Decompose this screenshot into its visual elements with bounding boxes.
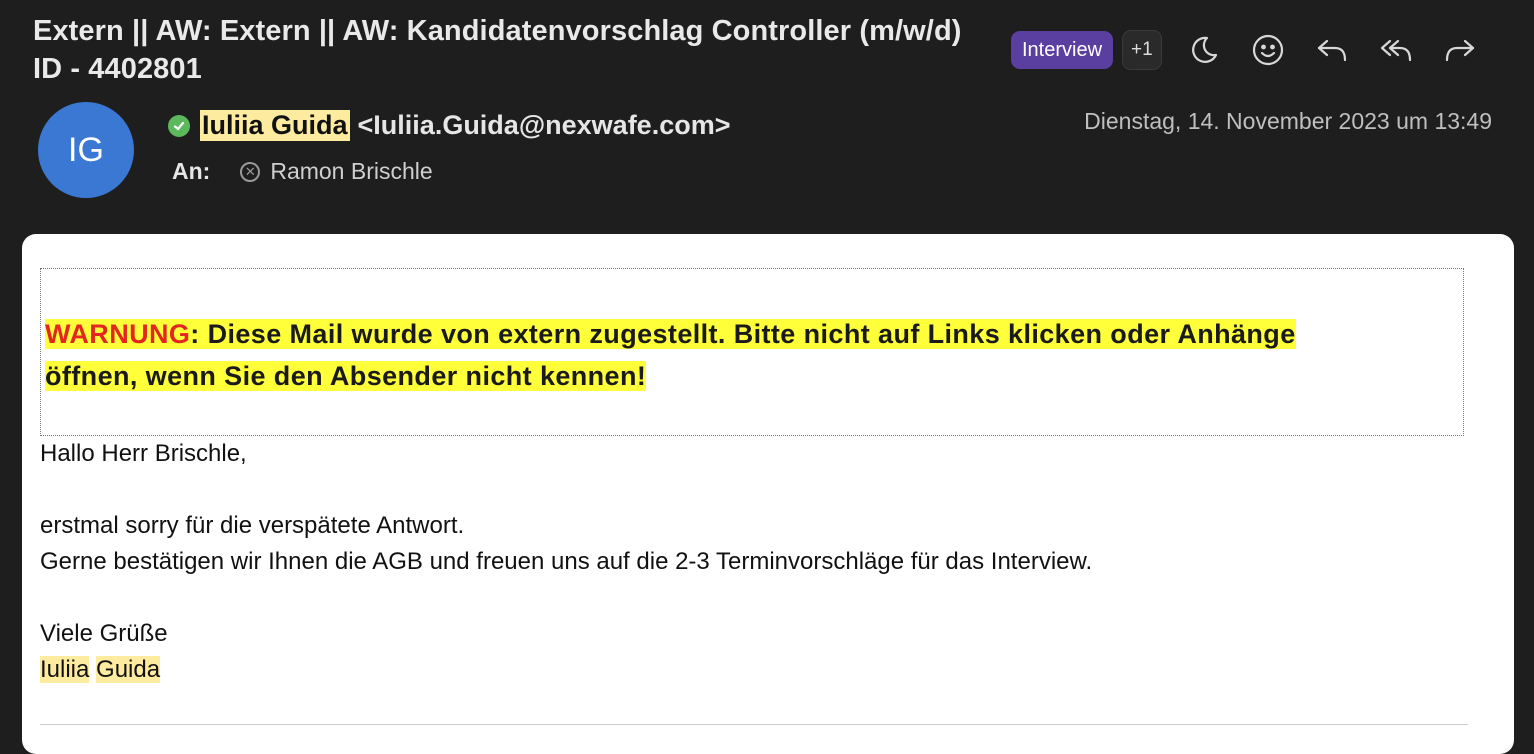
signature: Iuliia Guida: [40, 656, 161, 684]
sender-line: Iuliia Guida <Iuliia.Guida@nexwafe.com>: [168, 110, 730, 141]
avatar: IG: [38, 102, 134, 198]
warning-keyword: WARNUNG: [45, 319, 191, 349]
remove-recipient-icon[interactable]: ✕: [240, 161, 261, 182]
email-date: Dienstag, 14. November 2023 um 13:49: [1084, 108, 1492, 134]
email-subject: Extern || AW: Extern || AW: Kandidatenvo…: [33, 15, 962, 85]
reply-icon[interactable]: [1310, 30, 1354, 70]
sender-email[interactable]: <Iuliia.Guida@nexwafe.com>: [358, 110, 731, 141]
external-warning-box: WARNUNG: Diese Mail wurde von extern zug…: [40, 268, 1464, 436]
signature-last-name: Guida: [96, 656, 161, 683]
warning-line-2: öffnen, wenn Sie den Absender nicht kenn…: [45, 361, 647, 391]
category-tag[interactable]: Interview: [1011, 31, 1114, 69]
more-tags-badge[interactable]: +1: [1122, 30, 1162, 70]
body-line-1: erstmal sorry für die verspätete Antwort…: [40, 512, 465, 539]
reply-all-icon[interactable]: [1374, 30, 1418, 70]
moon-icon[interactable]: [1182, 30, 1226, 70]
recipient-line: An: ✕ Ramon Brischle: [172, 158, 433, 185]
greeting: Hallo Herr Brischle,: [40, 440, 247, 467]
forward-icon[interactable]: [1438, 30, 1482, 70]
sender-name[interactable]: Iuliia Guida: [200, 110, 350, 141]
external-warning-text: WARNUNG: Diese Mail wurde von extern zug…: [45, 313, 1296, 397]
closing: Viele Grüße: [40, 620, 168, 647]
warning-line-1: : Diese Mail wurde von extern zugestellt…: [190, 319, 1296, 349]
smiley-icon[interactable]: [1246, 30, 1290, 70]
signature-first-name: Iuliia: [40, 656, 90, 683]
toolbar: Interview +1: [1011, 30, 1482, 70]
verified-check-icon: [168, 114, 190, 137]
recipient-label: An:: [172, 158, 211, 184]
message-body: WARNUNG: Diese Mail wurde von extern zug…: [22, 234, 1514, 754]
divider: [40, 724, 1468, 725]
body-line-2: Gerne bestätigen wir Ihnen die AGB und f…: [40, 548, 1093, 575]
recipient-name[interactable]: Ramon Brischle: [270, 158, 432, 185]
